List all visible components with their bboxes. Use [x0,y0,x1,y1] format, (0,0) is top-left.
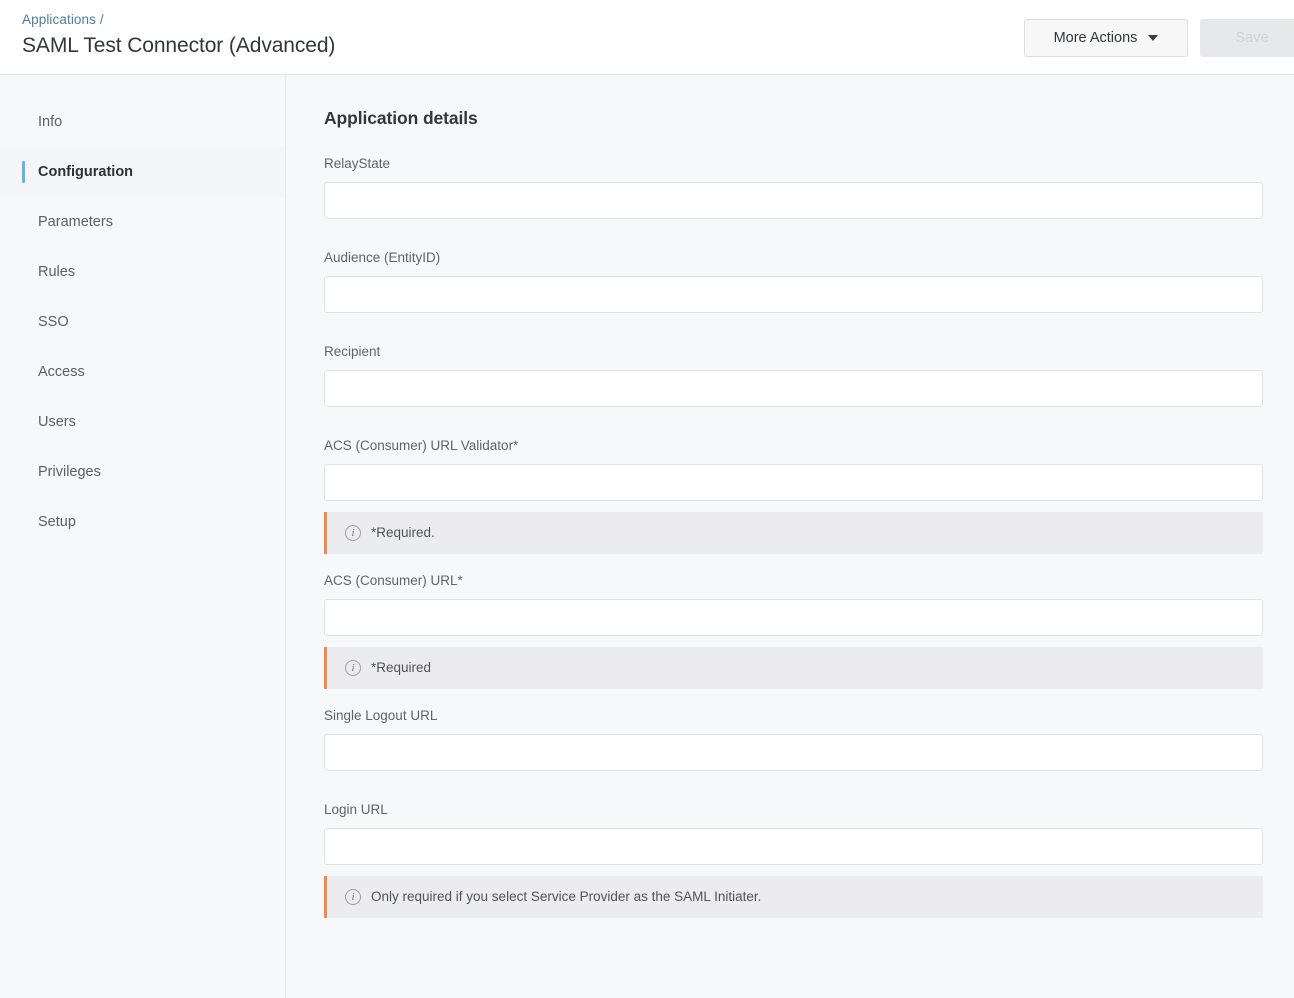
field-label: ACS (Consumer) URL* [324,573,463,588]
sidebar-item-label: Rules [38,264,76,280]
field-label: ACS (Consumer) URL Validator* [324,438,519,453]
sidebar-item-parameters[interactable]: Parameters [0,197,285,247]
input-audience-entityid[interactable] [324,276,1263,313]
application-details-form: RelayState Audience (EntityID) Recipient AC… [324,155,1263,928]
field-spacer [324,554,1262,564]
info-circle-icon: i [345,889,361,905]
field-label: Recipient [324,344,381,359]
sidebar-item-configuration[interactable]: Configuration [0,147,285,197]
info-circle-icon: i [345,660,361,676]
field-recipient: Recipient [324,343,1263,429]
field-login-url: Login URL i Only required if you select Se… [324,801,1263,928]
hint-text: Only required if you select Service Prov… [371,889,762,904]
field-relaystate: RelayState [324,155,1263,241]
field-audience-entityid: Audience (EntityID) [324,249,1263,335]
header-title-group: Applications / SAML Test Connector (Adva… [0,0,335,61]
field-spacer [324,689,1262,699]
input-login-url[interactable] [324,828,1263,865]
field-spacer [324,918,1262,928]
sidebar-item-privileges[interactable]: Privileges [0,447,285,497]
section-title: Application details [324,108,478,128]
sidebar-item-label: Privileges [38,464,101,480]
sidebar-item-label: Configuration [38,164,134,180]
hint-text: *Required [371,660,432,675]
input-relaystate[interactable] [324,182,1263,219]
field-spacer [324,771,1262,793]
input-recipient[interactable] [324,370,1263,407]
sidebar-item-rules[interactable]: Rules [0,247,285,297]
sidebar-item-label: Access [38,364,85,380]
info-circle-icon: i [345,525,361,541]
hint-acs-consumer-url-validator: i *Required. [324,512,1263,554]
field-label: Audience (EntityID) [324,250,441,265]
field-label: Single Logout URL [324,708,438,723]
field-spacer [324,219,1262,241]
sidebar-item-label: Info [38,114,63,130]
page-body: Info Configuration Parameters Rules SSO Acces… [0,75,1294,998]
field-label: Login URL [324,802,388,817]
sidebar-item-sso[interactable]: SSO [0,297,285,347]
hint-login-url: i Only required if you select Service Pro… [324,876,1263,918]
header-actions: More Actions Save [1024,0,1294,57]
page-title: SAML Test Connector (Advanced) [22,34,336,57]
save-button[interactable]: Save [1200,19,1294,57]
field-spacer [324,407,1262,429]
field-acs-consumer-url: ACS (Consumer) URL* i *Required [324,572,1263,699]
input-acs-consumer-url-validator[interactable] [324,464,1263,501]
sidebar-item-info[interactable]: Info [0,97,285,147]
sidebar-item-access[interactable]: Access [0,347,285,397]
sidebar-nav: Info Configuration Parameters Rules SSO Acces… [0,75,286,998]
input-acs-consumer-url[interactable] [324,599,1263,636]
sidebar-item-users[interactable]: Users [0,397,285,447]
field-acs-consumer-url-validator: ACS (Consumer) URL Validator* i *Required. [324,437,1263,564]
field-single-logout-url: Single Logout URL [324,707,1263,793]
input-single-logout-url[interactable] [324,734,1263,771]
more-actions-button[interactable]: More Actions [1024,19,1188,57]
more-actions-label: More Actions [1053,30,1138,46]
sidebar-item-label: Parameters [38,214,113,230]
sidebar-item-label: SSO [38,314,69,330]
hint-acs-consumer-url: i *Required [324,647,1263,689]
field-label: RelayState [324,156,391,171]
page-header: Applications / SAML Test Connector (Adva… [0,0,1294,75]
main-content: Application details RelayState Audience (… [286,75,1294,998]
sidebar-item-label: Setup [38,514,76,530]
hint-text: *Required. [371,525,435,540]
sidebar-item-label: Users [38,414,76,430]
breadcrumb[interactable]: Applications / [22,11,335,29]
chevron-down-icon [1148,35,1159,41]
sidebar-item-setup[interactable]: Setup [0,497,285,547]
field-spacer [324,313,1262,335]
